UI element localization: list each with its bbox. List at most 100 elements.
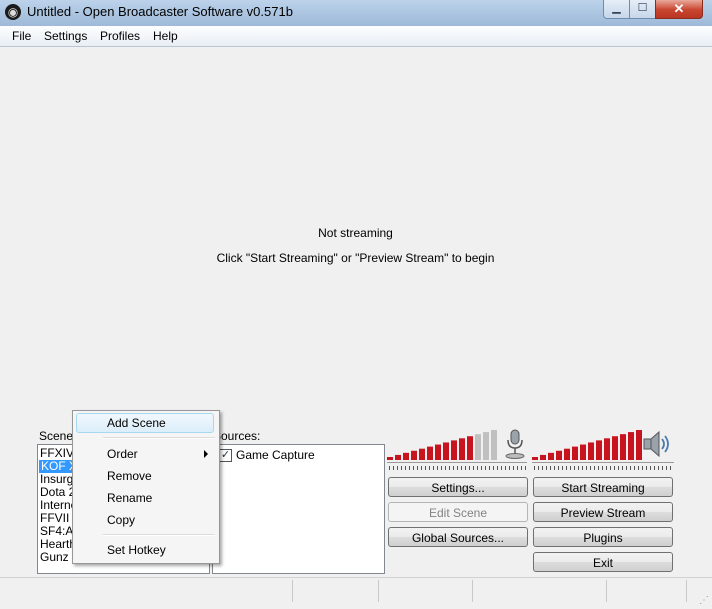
volume-tick	[570, 466, 571, 470]
title-bar: ◉ Untitled - Open Broadcaster Software v…	[0, 0, 712, 26]
menu-settings[interactable]: Settings	[44, 29, 87, 43]
volume-tick	[521, 466, 522, 470]
volume-tick	[658, 466, 659, 470]
scene-context-menu: Add Scene Order Remove Rename Copy Set H…	[72, 410, 220, 564]
status-bar: ⋰	[0, 577, 712, 609]
volume-tick	[598, 466, 599, 470]
source-item-label[interactable]: Game Capture	[236, 449, 315, 462]
volume-tick	[433, 466, 434, 470]
ctx-order-label: Order	[107, 447, 138, 461]
volume-tick	[602, 466, 603, 470]
submenu-arrow-icon	[204, 450, 208, 458]
start-streaming-button[interactable]: Start Streaming	[533, 477, 673, 497]
volume-tick	[437, 466, 438, 470]
maximize-button[interactable]: ☐	[629, 0, 656, 19]
menu-bar: File Settings Profiles Help	[0, 26, 712, 47]
volume-tick	[614, 466, 615, 470]
volume-tick	[481, 466, 482, 470]
ctx-set-hotkey[interactable]: Set Hotkey	[76, 540, 214, 560]
preview-area: Not streaming Click "Start Streaming" or…	[7, 50, 704, 427]
resize-grip-icon[interactable]: ⋰	[699, 595, 709, 606]
desktop-volume-slider[interactable]	[532, 462, 674, 463]
volume-tick	[542, 466, 543, 470]
menu-file[interactable]: File	[12, 29, 31, 43]
volume-tick	[449, 466, 450, 470]
volume-tick	[509, 466, 510, 470]
volume-tick	[646, 466, 647, 470]
volume-tick	[642, 466, 643, 470]
preview-stream-button[interactable]: Preview Stream	[533, 502, 673, 522]
volume-tick	[566, 466, 567, 470]
volume-tick	[469, 466, 470, 470]
mic-meter-bar	[435, 444, 441, 460]
volume-tick	[457, 466, 458, 470]
volume-tick	[562, 466, 563, 470]
desktop-meter-bar	[532, 457, 538, 460]
ctx-copy[interactable]: Copy	[76, 510, 214, 530]
menu-help[interactable]: Help	[153, 29, 178, 43]
edit-scene-button[interactable]: Edit Scene	[388, 502, 528, 522]
volume-tick	[465, 466, 466, 470]
desktop-meter-bar	[604, 438, 610, 460]
volume-tick	[586, 466, 587, 470]
mic-meter-bar	[467, 436, 473, 460]
volume-tick	[485, 466, 486, 470]
desktop-meter-bar	[564, 448, 570, 460]
volume-tick	[654, 466, 655, 470]
plugins-button[interactable]: Plugins	[533, 527, 673, 547]
close-button[interactable]: ✕	[655, 0, 703, 19]
microphone-icon[interactable]	[502, 428, 528, 460]
mic-meter-bar	[411, 450, 417, 460]
ctx-order[interactable]: Order	[76, 444, 214, 464]
volume-tick	[421, 466, 422, 470]
volume-tick	[453, 466, 454, 470]
stream-status-text: Not streaming	[318, 226, 393, 240]
volume-tick	[610, 466, 611, 470]
volume-tick	[554, 466, 555, 470]
desktop-meter-bar	[548, 452, 554, 460]
volume-tick	[393, 466, 394, 470]
desktop-meter-bar	[580, 444, 586, 460]
volume-tick	[670, 466, 671, 470]
mic-meter-bar	[491, 430, 497, 460]
status-separator	[378, 580, 379, 602]
volume-tick	[606, 466, 607, 470]
status-separator	[472, 580, 473, 602]
volume-tick	[538, 466, 539, 470]
ctx-remove[interactable]: Remove	[76, 466, 214, 486]
sources-list[interactable]: ✓ Game Capture	[212, 444, 385, 574]
volume-tick	[513, 466, 514, 470]
volume-tick	[429, 466, 430, 470]
volume-tick	[662, 466, 663, 470]
menu-profiles[interactable]: Profiles	[100, 29, 140, 43]
volume-tick	[417, 466, 418, 470]
mic-meter-bar	[451, 440, 457, 460]
volume-tick	[622, 466, 623, 470]
minimize-button[interactable]: ▁	[603, 0, 630, 19]
mic-meter-bar	[443, 442, 449, 460]
settings-button[interactable]: Settings...	[388, 477, 528, 497]
volume-tick	[650, 466, 651, 470]
volume-tick	[666, 466, 667, 470]
volume-tick	[517, 466, 518, 470]
ctx-separator	[103, 534, 215, 536]
speaker-icon[interactable]	[640, 428, 674, 460]
mic-meter-bar	[475, 434, 481, 460]
mic-meter-bar	[387, 457, 393, 460]
volume-tick	[461, 466, 462, 470]
ctx-add-scene[interactable]: Add Scene	[76, 413, 214, 433]
mic-meter-bar	[395, 454, 401, 460]
volume-tick	[409, 466, 410, 470]
volume-tick	[473, 466, 474, 470]
status-separator	[606, 580, 607, 602]
obs-logo-icon: ◉	[5, 4, 21, 20]
desktop-meter-bar	[628, 432, 634, 460]
ctx-rename[interactable]: Rename	[76, 488, 214, 508]
global-sources-button[interactable]: Global Sources...	[388, 527, 528, 547]
volume-tick	[389, 466, 390, 470]
source-checkbox[interactable]: ✓	[219, 449, 232, 462]
window-title: Untitled - Open Broadcaster Software v0.…	[27, 4, 293, 19]
volume-tick	[397, 466, 398, 470]
mic-volume-slider[interactable]	[387, 462, 527, 463]
exit-button[interactable]: Exit	[533, 552, 673, 572]
